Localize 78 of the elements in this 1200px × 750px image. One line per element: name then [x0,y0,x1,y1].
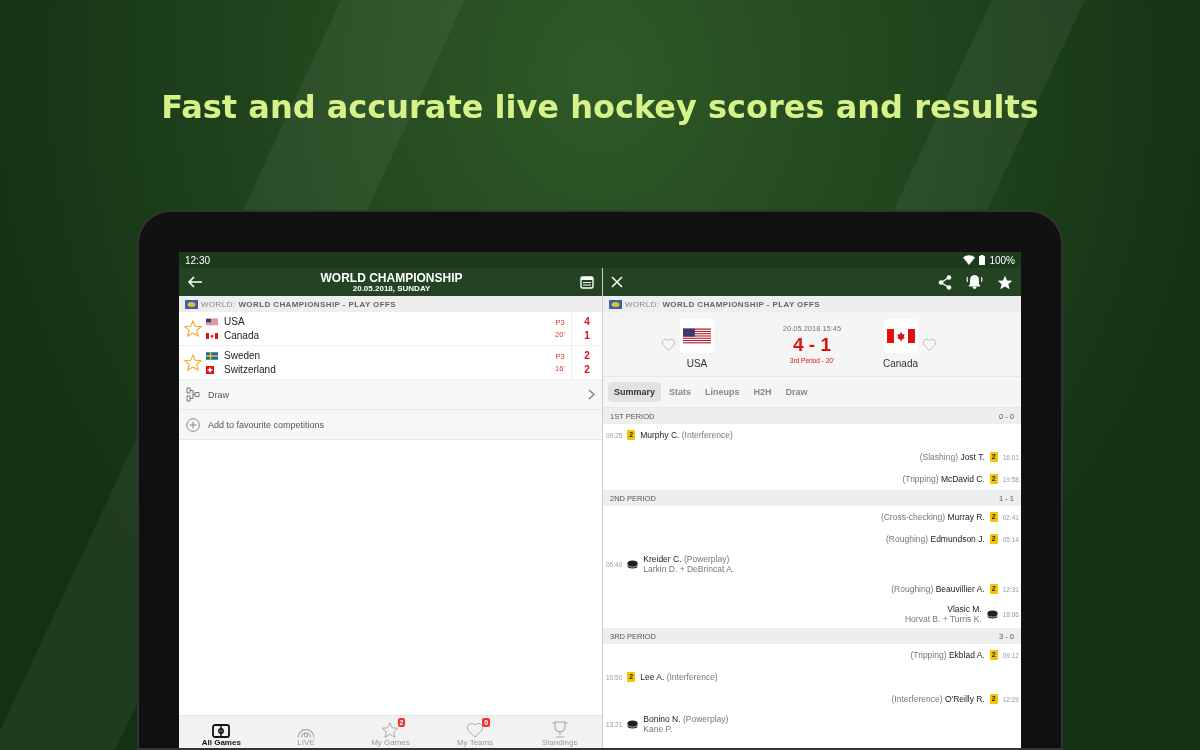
event-description: Lee A. (Interference) [640,672,718,682]
star-icon[interactable] [997,274,1013,290]
team-name: Sweden [224,350,261,361]
event-description: (Tripping) McDavid C. [902,474,985,484]
country-label: WORLD: [201,299,236,309]
team-score: 4 [584,316,590,327]
event-description: (Roughing) Edmundson J. [886,534,985,544]
competition-header[interactable]: WORLD: WORLD CHAMPIONSHIP - PLAY OFFS [603,296,1021,312]
bell-icon[interactable] [966,274,983,290]
globe-flag-icon [609,299,622,309]
bracket-icon [186,387,200,402]
add-favourite-row[interactable]: Add to favourite competitions [179,410,602,440]
assist-names: Larkin D. + DeBrincat A. [643,564,735,574]
flag-icon [206,351,218,360]
tab[interactable]: Draw [779,382,814,402]
flag-icon [886,328,915,344]
clock: 12:30 [185,254,211,266]
event-description: Kreider C. (Powerplay) [643,554,731,564]
puck-icon [627,559,639,569]
team-name: Canada [883,358,918,369]
star-icon [381,722,400,738]
draw-label: Draw [208,389,230,400]
competition-header[interactable]: WORLD: WORLD CHAMPIONSHIP - PLAY OFFS [179,296,602,312]
tab[interactable]: Stats [663,382,698,402]
tab[interactable]: Lineups [699,382,746,402]
battery-level: 100% [989,254,1015,266]
event-description: Bonino N. (Powerplay) [643,714,729,724]
team-score: 2 [584,364,590,375]
draw-row[interactable]: Draw [179,380,602,410]
star-icon[interactable] [184,354,202,371]
add-circle-icon [186,417,200,432]
puck-icon [986,609,998,619]
add-favourite-label: Add to favourite competitions [208,419,326,430]
tab[interactable]: Summary [608,382,662,402]
broadcast-icon [296,729,315,738]
competition-name: WORLD CHAMPIONSHIP - PLAY OFFS [238,299,397,309]
flag-icon [206,317,218,326]
flag-icon [206,331,218,340]
match-score: 4 - 1 [792,333,831,357]
share-icon[interactable] [938,274,952,290]
screen-title: WORLD CHAMPIONSHIP [320,271,463,284]
event-description: (Slashing) Jost T. [919,452,985,462]
close-icon[interactable] [611,276,623,288]
headline: Fast and accurate live hockey scores and results [161,88,1039,126]
event-description: Vlasic M. [947,604,982,614]
pitch-icon [212,724,231,738]
event-description: (Tripping) Ekblad A. [910,650,985,660]
competition-name: WORLD CHAMPIONSHIP - PLAY OFFS [662,299,821,309]
event-description: (Cross-checking) Murray R. [880,512,985,522]
star-icon[interactable] [184,320,202,337]
flag-icon [683,328,711,344]
team-name: Canada [224,330,260,341]
nav-tab[interactable]: All Games [179,716,264,748]
assist-names: Kane P. [643,724,674,734]
battery-icon [979,255,986,265]
event-description: (Roughing) Beauvillier A. [891,584,985,594]
country-label: WORLD: [625,299,660,309]
screen-subtitle: 20.05.2018, SUNDAY [352,284,431,293]
assist-names: Horvat B. + Turris K. [904,614,982,624]
team-score: 1 [584,330,590,341]
event-description: (Interference) O'Reilly R. [891,694,985,704]
chevron-right-icon [588,389,595,400]
event-description: Murphy C. (Interference) [640,430,733,440]
team-score: 2 [584,350,590,361]
wifi-icon [963,255,976,265]
heart-icon [466,722,485,738]
nav-tab[interactable]: Standings [517,716,602,748]
flag-icon [206,365,214,374]
team-name: Switzerland [224,364,276,375]
calendar-icon[interactable] [580,275,594,289]
team-name: USA [686,358,708,369]
back-icon[interactable] [187,276,203,288]
team-name: USA [224,316,245,327]
tab[interactable]: H2H [747,382,778,402]
nav-tab[interactable]: LIVE [263,716,349,748]
globe-flag-icon [185,299,198,309]
trophy-icon [550,721,569,738]
puck-icon [627,719,639,729]
